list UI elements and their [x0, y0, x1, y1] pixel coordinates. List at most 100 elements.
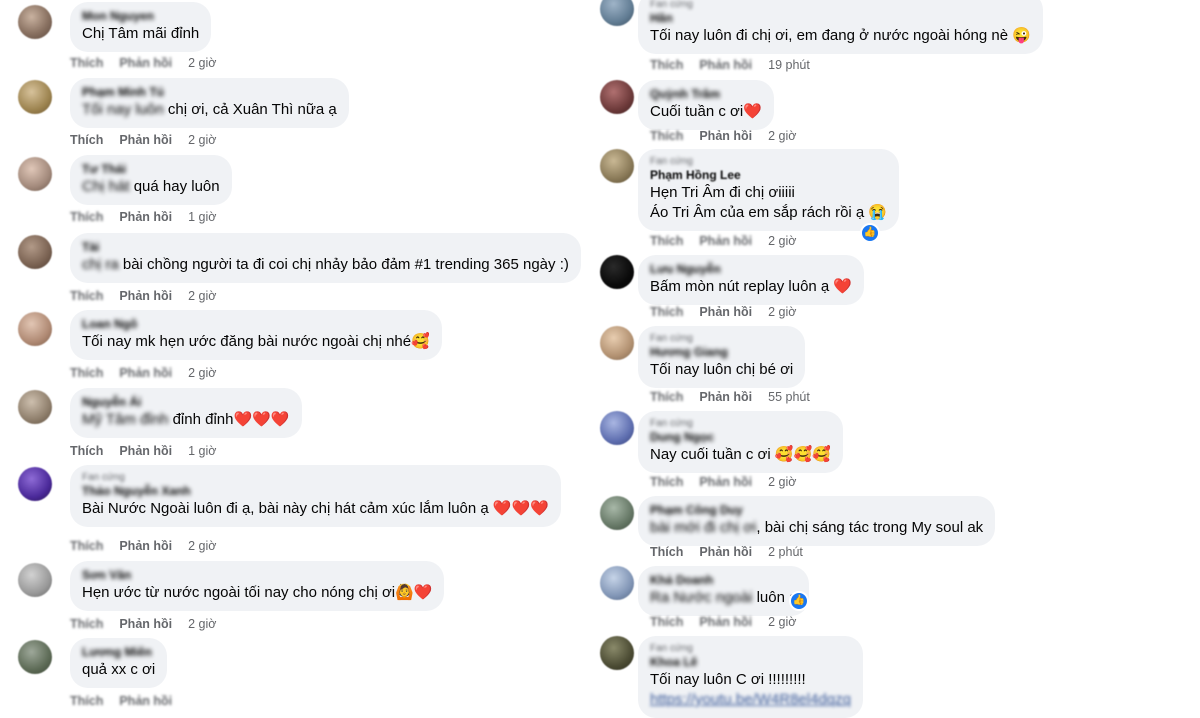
- commenter-name[interactable]: Phạm Minh Tú: [82, 85, 337, 100]
- commenter-name[interactable]: Phạm Công Duy: [650, 503, 983, 518]
- comment-time[interactable]: 2 giờ: [768, 129, 796, 143]
- like-link[interactable]: Thích: [70, 444, 103, 458]
- commenter-name[interactable]: Nguyễn Ái: [82, 395, 290, 410]
- commenter-name[interactable]: Khả Doanh: [650, 573, 797, 588]
- like-link[interactable]: Thích: [650, 390, 683, 404]
- reply-link[interactable]: Phản hồi: [119, 210, 172, 224]
- avatar[interactable]: [600, 636, 634, 670]
- avatar[interactable]: [600, 411, 634, 445]
- avatar[interactable]: [600, 326, 634, 360]
- commenter-name[interactable]: Tài: [82, 240, 569, 255]
- avatar[interactable]: [600, 255, 634, 289]
- comment-text: Tối nay luôn đi chị ơi, em đang ở nước n…: [650, 27, 1031, 44]
- comment-time[interactable]: 2 giờ: [188, 539, 216, 553]
- like-link[interactable]: Thích: [650, 129, 683, 143]
- like-link[interactable]: Thích: [70, 539, 103, 553]
- commenter-name[interactable]: Dung Ngọc: [650, 430, 831, 445]
- reply-link[interactable]: Phản hồi: [119, 56, 172, 70]
- reply-link[interactable]: Phản hồi: [699, 129, 752, 143]
- avatar[interactable]: [600, 80, 634, 114]
- avatar[interactable]: [18, 312, 52, 346]
- like-link[interactable]: Thích: [70, 617, 103, 631]
- avatar[interactable]: [18, 235, 52, 269]
- like-link[interactable]: Thích: [70, 56, 103, 70]
- comment-actions: Thích Phản hồi 2 giờ: [650, 305, 796, 319]
- comment-time[interactable]: 2 giờ: [188, 133, 216, 147]
- commenter-name[interactable]: Mon Nguyen: [82, 9, 199, 24]
- reply-link[interactable]: Phản hồi: [119, 366, 172, 380]
- reply-link[interactable]: Phản hồi: [119, 694, 172, 708]
- reply-link[interactable]: Phản hồi: [699, 615, 752, 629]
- commenter-name[interactable]: Loan Ngô: [82, 317, 430, 332]
- comment-time[interactable]: 2 giờ: [768, 234, 796, 248]
- commenter-name[interactable]: Sơn Văn: [82, 568, 432, 583]
- avatar[interactable]: [18, 640, 52, 674]
- comment-actions: Thích Phản hồi 2 phút: [650, 545, 803, 559]
- like-link[interactable]: Thích: [650, 545, 683, 559]
- reply-link[interactable]: Phản hồi: [699, 475, 752, 489]
- comment-time[interactable]: 1 giờ: [188, 444, 216, 458]
- comment-time[interactable]: 1 giờ: [188, 210, 216, 224]
- avatar[interactable]: [18, 80, 52, 114]
- like-link[interactable]: Thích: [70, 289, 103, 303]
- comment-bubble: Phạm Công Duy bài mới đi chị ơi, bài chị…: [638, 496, 996, 546]
- commenter-name[interactable]: Quỳnh Trâm: [650, 87, 762, 102]
- avatar[interactable]: [18, 157, 52, 191]
- like-link[interactable]: Thích: [650, 305, 683, 319]
- like-link[interactable]: Thích: [70, 694, 103, 708]
- like-reaction-icon[interactable]: 👍: [789, 591, 809, 611]
- comment-time[interactable]: 2 giờ: [768, 615, 796, 629]
- commenter-name[interactable]: Lưu Nguyễn: [650, 262, 852, 277]
- like-link[interactable]: Thích: [650, 58, 683, 72]
- comment-text: bài mới đi chị ơi, bài chị sáng tác tron…: [650, 519, 984, 536]
- reply-link[interactable]: Phản hồi: [119, 539, 172, 553]
- avatar[interactable]: [18, 390, 52, 424]
- comment-time[interactable]: 2 giờ: [188, 617, 216, 631]
- like-link[interactable]: Thích: [650, 234, 683, 248]
- reply-link[interactable]: Phản hồi: [699, 545, 752, 559]
- avatar[interactable]: [600, 566, 634, 600]
- comment-actions: Thích Phản hồi 2 giờ: [70, 133, 216, 147]
- comment-time[interactable]: 19 phút: [768, 58, 810, 72]
- comment-time[interactable]: 2 giờ: [768, 305, 796, 319]
- avatar[interactable]: [18, 467, 52, 501]
- avatar[interactable]: [600, 149, 634, 183]
- commenter-name[interactable]: Phạm Hồng Lee: [650, 168, 887, 183]
- comment-bubble: Fan cứng Phạm Hồng Lee Hẹn Tri Âm đi chị…: [638, 149, 900, 231]
- reply-link[interactable]: Phản hồi: [699, 305, 752, 319]
- avatar[interactable]: [18, 5, 52, 39]
- comment-actions: Thích Phản hồi 2 giờ: [70, 539, 216, 553]
- avatar[interactable]: [600, 496, 634, 530]
- like-reaction-icon[interactable]: 👍: [860, 223, 880, 243]
- reply-link[interactable]: Phản hồi: [119, 289, 172, 303]
- commenter-name[interactable]: Khoa Lê: [650, 655, 851, 670]
- like-link[interactable]: Thích: [650, 475, 683, 489]
- commenter-name[interactable]: Hương Giang: [650, 345, 793, 360]
- comment-time[interactable]: 2 giờ: [768, 475, 796, 489]
- comment-time[interactable]: 55 phút: [768, 390, 810, 404]
- commenter-name[interactable]: Hân: [650, 11, 1031, 26]
- avatar[interactable]: [18, 563, 52, 597]
- commenter-name[interactable]: Thảo Nguyễn Xanh: [82, 484, 549, 499]
- like-link[interactable]: Thích: [70, 133, 103, 147]
- reply-link[interactable]: Phản hồi: [699, 234, 752, 248]
- comment-time[interactable]: 2 giờ: [188, 366, 216, 380]
- commenter-name[interactable]: Tư Thái: [82, 162, 220, 177]
- reply-link[interactable]: Phản hồi: [699, 390, 752, 404]
- commenter-name[interactable]: Lương Miên: [82, 645, 155, 660]
- comment-bubble: Mon Nguyen Chị Tâm mãi đỉnh: [70, 2, 212, 52]
- comment-time[interactable]: 2 giờ: [188, 289, 216, 303]
- avatar[interactable]: [600, 0, 634, 26]
- comment-time[interactable]: 2 phút: [768, 545, 803, 559]
- comment-actions: Thích Phản hồi 2 giờ: [650, 615, 796, 629]
- like-link[interactable]: Thích: [650, 615, 683, 629]
- fan-badge: Fan cứng: [650, 418, 693, 429]
- like-link[interactable]: Thích: [70, 366, 103, 380]
- reply-link[interactable]: Phản hồi: [119, 133, 172, 147]
- comment-link[interactable]: https://youtu.be/W4R8el4dqzq: [650, 690, 851, 710]
- reply-link[interactable]: Phản hồi: [119, 617, 172, 631]
- reply-link[interactable]: Phản hồi: [119, 444, 172, 458]
- reply-link[interactable]: Phản hồi: [699, 58, 752, 72]
- like-link[interactable]: Thích: [70, 210, 103, 224]
- comment-time[interactable]: 2 giờ: [188, 56, 216, 70]
